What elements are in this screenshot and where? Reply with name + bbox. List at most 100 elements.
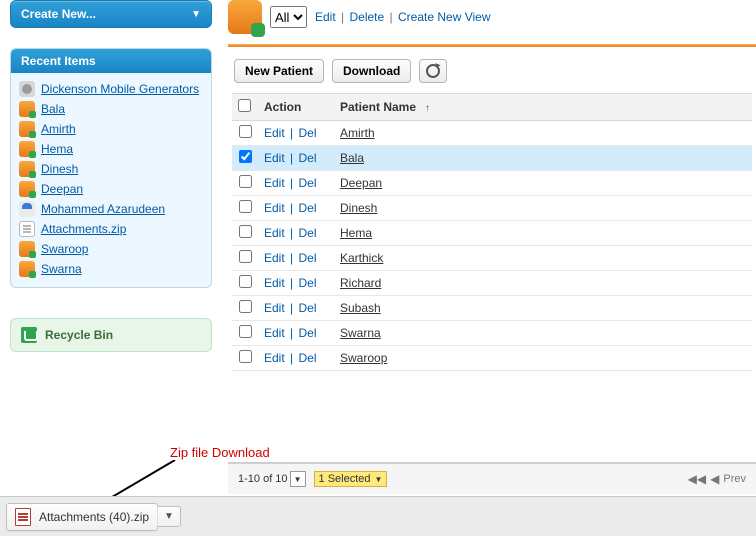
row-checkbox[interactable]: [239, 125, 252, 138]
delete-link[interactable]: Del: [298, 326, 316, 340]
delete-link[interactable]: Del: [298, 251, 316, 265]
page-range[interactable]: 1-10 of 10 ▼: [238, 471, 306, 487]
recent-item: Swaroop: [19, 239, 203, 259]
recent-item-link[interactable]: Attachments.zip: [41, 221, 126, 237]
delete-link[interactable]: Del: [298, 126, 316, 140]
patient-name-link[interactable]: Hema: [340, 226, 372, 240]
recent-item: Deepan: [19, 179, 203, 199]
edit-link[interactable]: Edit: [264, 301, 285, 315]
download-filename: Attachments (40).zip: [39, 510, 149, 524]
create-new-view-link[interactable]: Create New View: [398, 10, 490, 24]
delete-link[interactable]: Del: [298, 201, 316, 215]
recent-item-link[interactable]: Dickenson Mobile Generators: [41, 81, 199, 97]
table-row: Edit | DelAmirth: [232, 121, 752, 146]
edit-link[interactable]: Edit: [264, 351, 285, 365]
row-checkbox[interactable]: [239, 300, 252, 313]
patient-icon: [19, 161, 35, 177]
refresh-button[interactable]: [419, 59, 447, 83]
download-chip-menu[interactable]: ▼: [157, 506, 181, 527]
first-page-icon[interactable]: ◀◀: [688, 472, 706, 486]
delete-link[interactable]: Del: [298, 351, 316, 365]
prev-page-icon[interactable]: ◀: [710, 472, 719, 486]
recent-item-link[interactable]: Deepan: [41, 181, 83, 197]
patient-icon: [19, 181, 35, 197]
recent-item: Amirth: [19, 119, 203, 139]
patient-name-link[interactable]: Richard: [340, 276, 381, 290]
patient-icon: [19, 241, 35, 257]
patient-name-link[interactable]: Bala: [340, 151, 364, 165]
annotation-label: Zip file Download: [170, 445, 270, 460]
recent-item: Mohammed Azarudeen: [19, 199, 203, 219]
edit-link[interactable]: Edit: [264, 126, 285, 140]
recent-item-link[interactable]: Mohammed Azarudeen: [41, 201, 165, 217]
edit-link[interactable]: Edit: [264, 326, 285, 340]
sidebar: Create New... ▼ Recent Items Dickenson M…: [10, 0, 212, 352]
recent-item-link[interactable]: Swarna: [41, 261, 82, 277]
browser-download-bar: Attachments (40).zip ▼: [0, 496, 756, 536]
prev-label: Prev: [723, 473, 746, 485]
recent-item-link[interactable]: Swaroop: [41, 241, 88, 257]
recent-item-link[interactable]: Hema: [41, 141, 73, 157]
recent-item: Bala: [19, 99, 203, 119]
recent-item-link[interactable]: Dinesh: [41, 161, 78, 177]
patient-name-link[interactable]: Swaroop: [340, 351, 387, 365]
row-checkbox[interactable]: [239, 225, 252, 238]
row-actions: Edit | Del: [258, 221, 334, 246]
chevron-down-icon: ▼: [191, 9, 201, 20]
row-checkbox[interactable]: [239, 350, 252, 363]
edit-link[interactable]: Edit: [264, 201, 285, 215]
edit-link[interactable]: Edit: [264, 151, 285, 165]
row-actions: Edit | Del: [258, 196, 334, 221]
patient-name-link[interactable]: Karthick: [340, 251, 383, 265]
edit-view-link[interactable]: Edit: [315, 10, 336, 24]
patient-name-link[interactable]: Subash: [340, 301, 381, 315]
recent-item-link[interactable]: Amirth: [41, 121, 76, 137]
recent-item-link[interactable]: Bala: [41, 101, 65, 117]
edit-link[interactable]: Edit: [264, 251, 285, 265]
download-chip[interactable]: Attachments (40).zip: [6, 503, 158, 531]
main-area: All Edit | Delete | Create New View New …: [228, 0, 756, 494]
patient-name-link[interactable]: Swarna: [340, 326, 381, 340]
new-patient-button[interactable]: New Patient: [234, 59, 324, 83]
row-actions: Edit | Del: [258, 321, 334, 346]
recent-item: Dinesh: [19, 159, 203, 179]
patient-name-link[interactable]: Deepan: [340, 176, 382, 190]
edit-link[interactable]: Edit: [264, 176, 285, 190]
header-patient-name[interactable]: Patient Name ↑: [334, 94, 752, 121]
table-row: Edit | DelRichard: [232, 271, 752, 296]
patient-name-link[interactable]: Amirth: [340, 126, 375, 140]
view-select[interactable]: All: [270, 6, 307, 28]
row-checkbox[interactable]: [239, 325, 252, 338]
row-actions: Edit | Del: [258, 346, 334, 371]
row-checkbox[interactable]: [239, 275, 252, 288]
delete-link[interactable]: Del: [298, 226, 316, 240]
delete-link[interactable]: Del: [298, 276, 316, 290]
row-actions: Edit | Del: [258, 246, 334, 271]
zip-file-icon: [15, 508, 31, 526]
recent-item: Swarna: [19, 259, 203, 279]
row-checkbox[interactable]: [239, 150, 252, 163]
select-all-checkbox[interactable]: [238, 99, 251, 112]
patient-name-link[interactable]: Dinesh: [340, 201, 377, 215]
dropdown-icon: ▼: [290, 471, 306, 487]
edit-link[interactable]: Edit: [264, 276, 285, 290]
row-checkbox[interactable]: [239, 200, 252, 213]
pagination-nav: ◀◀ ◀ Prev: [688, 472, 746, 486]
edit-link[interactable]: Edit: [264, 226, 285, 240]
header-checkbox-cell: [232, 94, 258, 121]
object-icon: [228, 0, 262, 34]
row-checkbox[interactable]: [239, 175, 252, 188]
delete-view-link[interactable]: Delete: [350, 10, 385, 24]
delete-link[interactable]: Del: [298, 176, 316, 190]
delete-link[interactable]: Del: [298, 151, 316, 165]
table-row: Edit | Del Swarna: [232, 321, 752, 346]
create-new-menu[interactable]: Create New... ▼: [10, 0, 212, 28]
recycle-bin[interactable]: Recycle Bin: [10, 318, 212, 352]
download-button[interactable]: Download: [332, 59, 411, 83]
view-links: Edit | Delete | Create New View: [315, 10, 490, 24]
sort-ascending-icon: ↑: [419, 103, 430, 114]
delete-link[interactable]: Del: [298, 301, 316, 315]
recent-item: Dickenson Mobile Generators: [19, 79, 203, 99]
row-checkbox[interactable]: [239, 250, 252, 263]
selected-count[interactable]: 1 Selected ▼: [314, 471, 388, 487]
